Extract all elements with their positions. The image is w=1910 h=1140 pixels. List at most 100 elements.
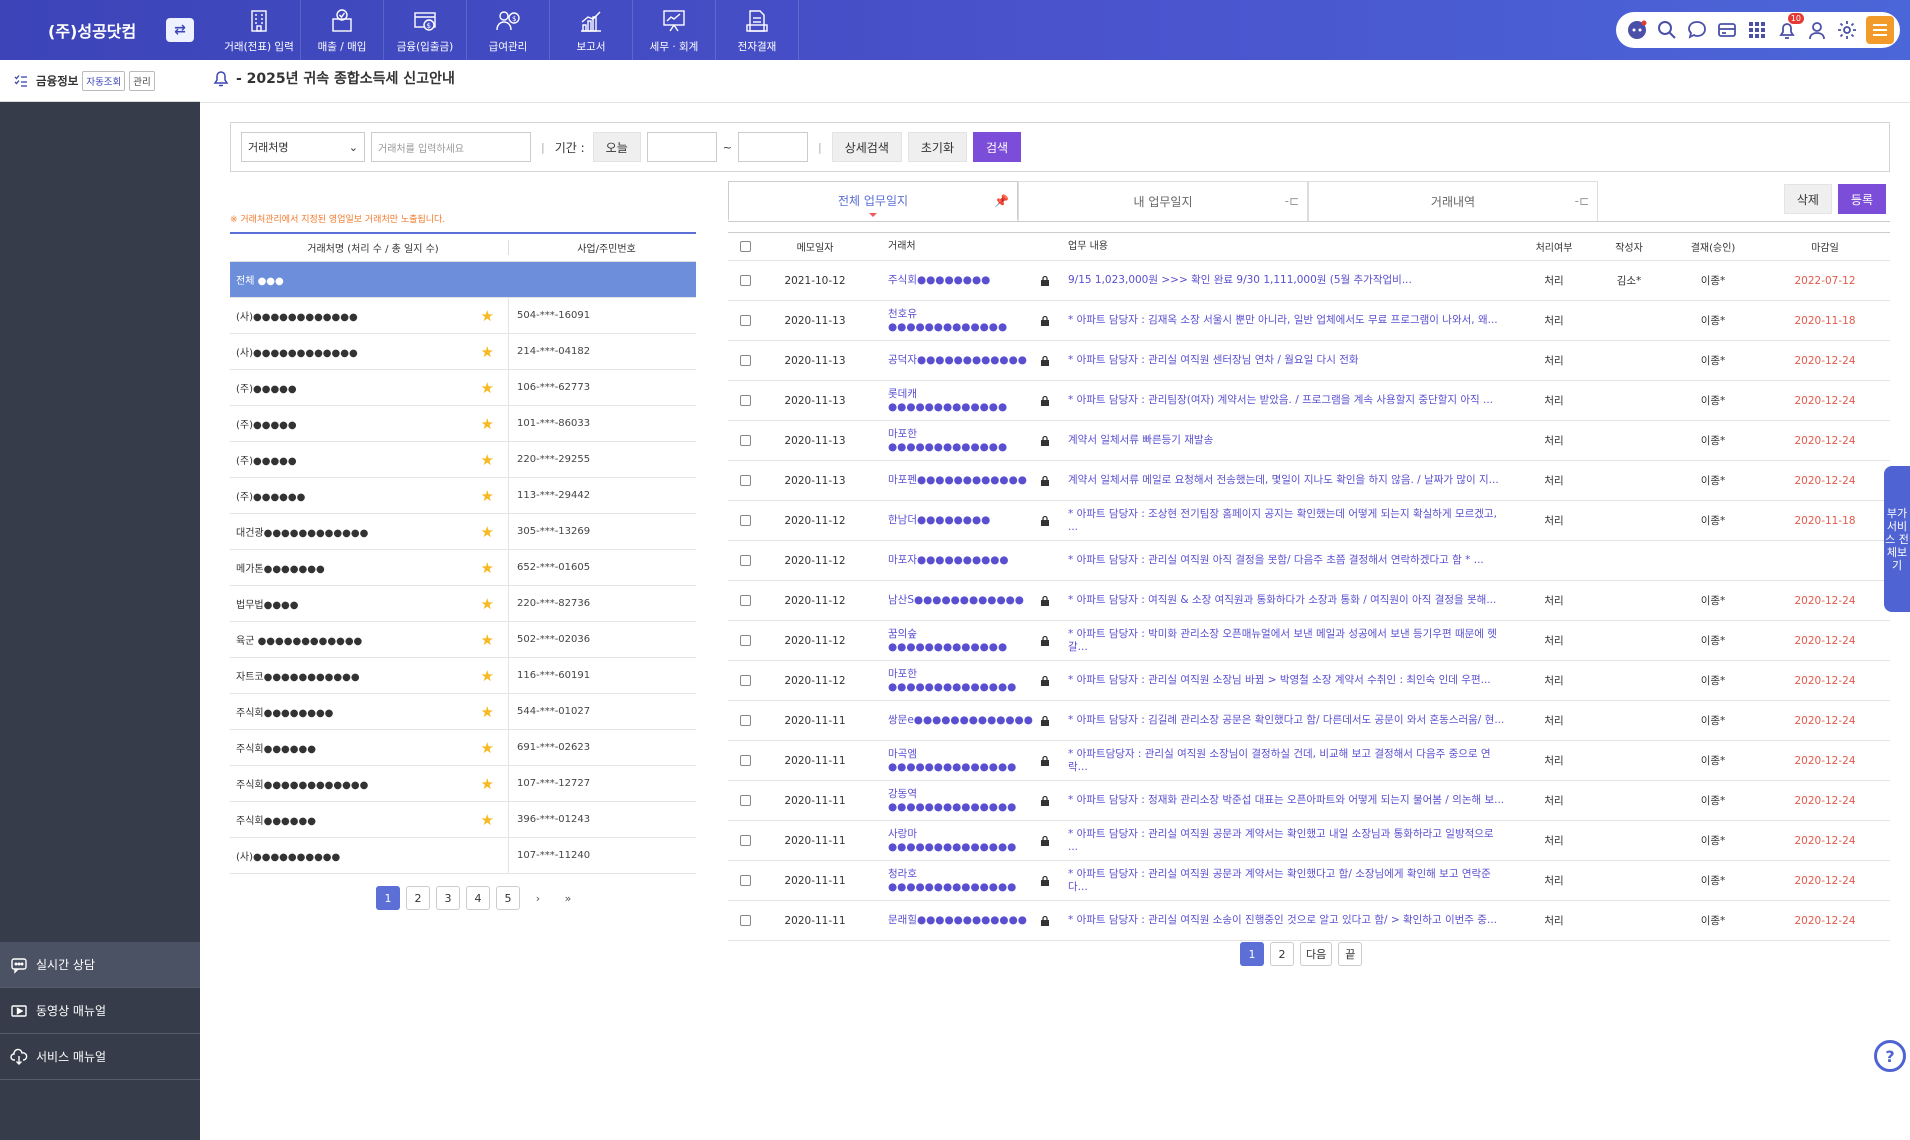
client-row[interactable]: 전체 ●●● xyxy=(230,262,696,298)
user-icon[interactable] xyxy=(1806,19,1828,41)
tab-my-journal[interactable]: 내 업무일지 -⊏ xyxy=(1018,181,1308,221)
page-button[interactable]: 2 xyxy=(1270,942,1294,966)
work-content-link[interactable]: * 아파트담당자 : 관리실 여직원 소장님이 결정하실 건데, 비교해 보고 … xyxy=(1056,748,1516,774)
row-checkbox[interactable] xyxy=(728,755,762,766)
star-icon[interactable]: ★ xyxy=(481,307,494,325)
search-icon[interactable] xyxy=(1656,19,1678,41)
menu-icon[interactable] xyxy=(1866,16,1894,44)
work-content-link[interactable]: * 아파트 담당자 : 김길례 관리소장 공문은 확인했다고 함/ 다른데서도 … xyxy=(1056,714,1516,727)
work-content-link[interactable]: 계약서 일체서류 빠른등기 재발송 xyxy=(1056,434,1516,447)
client-row[interactable]: (사)●●●●●●●●●●●● ★ 504-***-16091 xyxy=(230,298,696,334)
search-type-select[interactable]: 거래처명 ⌄ xyxy=(241,132,365,162)
select-all-checkbox[interactable] xyxy=(728,241,762,252)
row-checkbox[interactable] xyxy=(728,515,762,526)
journal-row[interactable]: 2020-11-11 청라호●●●●●●●●●●●●●● * 아파트 담당자 : 관… xyxy=(728,861,1890,901)
notice-bar[interactable]: - 2025년 귀속 종합소득세 신고안내 xyxy=(212,68,455,88)
client-row[interactable]: (주)●●●●● ★ 220-***-29255 xyxy=(230,442,696,478)
client-row[interactable]: 주식회●●●●●●●●●●●● ★ 107-***-12727 xyxy=(230,766,696,802)
tab-all-journal[interactable]: 전체 업무일지 📌 xyxy=(728,181,1018,221)
star-icon[interactable]: ★ xyxy=(481,343,494,361)
reset-button[interactable]: 초기화 xyxy=(907,132,967,162)
row-checkbox[interactable] xyxy=(728,835,762,846)
client-link[interactable]: 마포한●●●●●●●●●●●●● xyxy=(868,428,1034,454)
page-button[interactable]: 4 xyxy=(466,886,490,910)
journal-row[interactable]: 2020-11-11 강동역●●●●●●●●●●●●●● * 아파트 담당자 : 정… xyxy=(728,781,1890,821)
nav-finance[interactable]: $ 금융(입출금) xyxy=(384,0,467,60)
journal-row[interactable]: 2020-11-12 마포한●●●●●●●●●●●●●● * 아파트 담당자 : 관… xyxy=(728,661,1890,701)
work-content-link[interactable]: * 아파트 담당자 : 관리팀장(여자) 계약서는 받았음. / 프로그램을 계… xyxy=(1056,394,1516,407)
client-link[interactable]: 청라호●●●●●●●●●●●●●● xyxy=(868,868,1034,894)
journal-row[interactable]: 2020-11-12 한남더●●●●●●●● * 아파트 담당자 : 조상현 전기팀… xyxy=(728,501,1890,541)
client-row[interactable]: 자트코●●●●●●●●●●● ★ 116-***-60191 xyxy=(230,658,696,694)
star-icon[interactable]: ★ xyxy=(481,811,494,829)
tab-transactions[interactable]: 거래내역 -⊏ xyxy=(1308,181,1598,221)
star-icon[interactable]: ★ xyxy=(481,559,494,577)
extra-services-tab[interactable]: 부가서비스 전체보기 xyxy=(1884,466,1910,612)
pin-icon[interactable]: -⊏ xyxy=(1575,194,1589,208)
page-button[interactable]: 1 xyxy=(376,886,400,910)
client-link[interactable]: 쌍문e●●●●●●●●●●●●● xyxy=(868,714,1034,727)
work-content-link[interactable]: * 아파트 담당자 : 관리실 여직원 공문과 계약서는 확인했고 내일 소장님… xyxy=(1056,828,1516,854)
row-checkbox[interactable] xyxy=(728,435,762,446)
work-content-link[interactable]: * 아파트 담당자 : 관리실 여직원 공문과 계약서는 확인했다고 함/ 소장… xyxy=(1056,868,1516,894)
journal-row[interactable]: 2020-11-11 문래힐●●●●●●●●●●●● * 아파트 담당자 : 관리실… xyxy=(728,901,1890,941)
client-row[interactable]: (주)●●●●● ★ 101-***-86033 xyxy=(230,406,696,442)
star-icon[interactable]: ★ xyxy=(481,775,494,793)
client-row[interactable]: 주식회●●●●●● ★ 396-***-01243 xyxy=(230,802,696,838)
star-icon[interactable]: ★ xyxy=(481,523,494,541)
star-icon[interactable]: ★ xyxy=(481,739,494,757)
today-button[interactable]: 오늘 xyxy=(592,132,641,162)
client-row[interactable]: (사)●●●●●●●●●● 107-***-11240 xyxy=(230,838,696,874)
bell-icon[interactable]: 10 xyxy=(1776,13,1804,41)
client-row[interactable]: 메가톤●●●●●●● ★ 652-***-01605 xyxy=(230,550,696,586)
row-checkbox[interactable] xyxy=(728,475,762,486)
star-icon[interactable]: ★ xyxy=(481,451,494,469)
gear-icon[interactable] xyxy=(1836,19,1858,41)
nav-payroll[interactable]: $ 급여관리 xyxy=(467,0,550,60)
row-checkbox[interactable] xyxy=(728,395,762,406)
star-icon[interactable]: ★ xyxy=(481,415,494,433)
client-link[interactable]: 문래힐●●●●●●●●●●●● xyxy=(868,914,1034,927)
work-content-link[interactable]: * 아파트 담당자 : 박미화 관리소장 오픈매뉴얼에서 보낸 메일과 성공에서… xyxy=(1056,628,1516,654)
row-checkbox[interactable] xyxy=(728,555,762,566)
client-link[interactable]: 천호유●●●●●●●●●●●●● xyxy=(868,308,1034,334)
work-content-link[interactable]: * 아파트 담당자 : 관리실 여직원 센터장님 연차 / 월요일 다시 전화 xyxy=(1056,354,1516,367)
client-row[interactable]: (사)●●●●●●●●●●●● ★ 214-***-04182 xyxy=(230,334,696,370)
client-link[interactable]: 롯데캐●●●●●●●●●●●●● xyxy=(868,388,1034,414)
live-chat-button[interactable]: 실시간 상담 xyxy=(0,942,200,988)
help-icon[interactable]: ? xyxy=(1874,1040,1906,1072)
star-icon[interactable]: ★ xyxy=(481,487,494,505)
next-page-button[interactable]: 다음 xyxy=(1300,942,1333,966)
client-link[interactable]: 마포한●●●●●●●●●●●●●● xyxy=(868,668,1034,694)
star-icon[interactable]: ★ xyxy=(481,595,494,613)
nav-reports[interactable]: 보고서 xyxy=(550,0,633,60)
row-checkbox[interactable] xyxy=(728,315,762,326)
nav-tax-accounting[interactable]: 세무 · 회계 xyxy=(633,0,716,60)
client-link[interactable]: 마곡엠●●●●●●●●●●●●●● xyxy=(868,748,1034,774)
page-button[interactable]: 1 xyxy=(1240,942,1264,966)
journal-row[interactable]: 2020-11-11 쌍문e●●●●●●●●●●●●● * 아파트 담당자 : 김길… xyxy=(728,701,1890,741)
journal-row[interactable]: 2020-11-11 사랑마●●●●●●●●●●●●●● * 아파트 담당자 : 관… xyxy=(728,821,1890,861)
work-content-link[interactable]: 계약서 일체서류 메일로 요청해서 전송했는데, 몇일이 지나도 확인을 하지 … xyxy=(1056,474,1516,487)
client-link[interactable]: 한남더●●●●●●●● xyxy=(868,514,1034,527)
service-manual-button[interactable]: 서비스 매뉴얼 xyxy=(0,1034,200,1080)
row-checkbox[interactable] xyxy=(728,275,762,286)
row-checkbox[interactable] xyxy=(728,715,762,726)
client-row[interactable]: 주식회●●●●●● ★ 691-***-02623 xyxy=(230,730,696,766)
row-checkbox[interactable] xyxy=(728,875,762,886)
delete-button[interactable]: 삭제 xyxy=(1783,184,1832,214)
client-link[interactable]: 마포펜●●●●●●●●●●●● xyxy=(868,474,1034,487)
client-row[interactable]: 주식회●●●●●●●● ★ 544-***-01027 xyxy=(230,694,696,730)
detail-search-button[interactable]: 상세검색 xyxy=(831,132,902,162)
video-manual-button[interactable]: 동영상 매뉴얼 xyxy=(0,988,200,1034)
journal-row[interactable]: 2020-11-13 공덕자●●●●●●●●●●●● * 아파트 담당자 : 관리실… xyxy=(728,341,1890,381)
nav-e-approval[interactable]: 전자결재 xyxy=(716,0,799,60)
last-page-button[interactable]: 끝 xyxy=(1338,942,1363,966)
work-content-link[interactable]: * 아파트 담당자 : 김재옥 소장 서울시 뿐만 아니라, 일반 업체에서도 … xyxy=(1056,314,1516,327)
register-button[interactable]: 등록 xyxy=(1837,184,1886,214)
message-icon[interactable] xyxy=(1716,19,1738,41)
chatbot-icon[interactable] xyxy=(1626,19,1648,41)
star-icon[interactable]: ★ xyxy=(481,667,494,685)
end-date-input[interactable] xyxy=(737,132,808,162)
client-link[interactable]: 사랑마●●●●●●●●●●●●●● xyxy=(868,828,1034,854)
